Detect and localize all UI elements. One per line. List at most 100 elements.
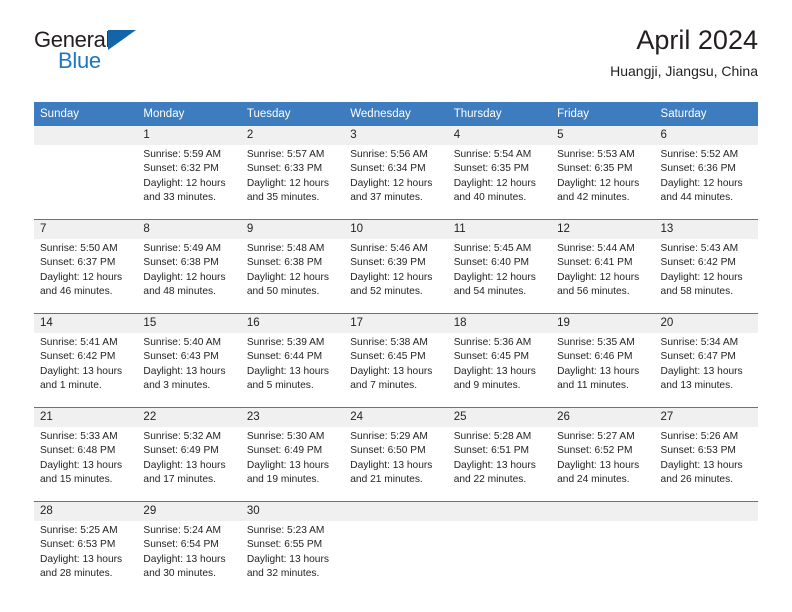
calendar-day-cell[interactable]: 6 Sunrise: 5:52 AM Sunset: 6:36 PM Daylight… bbox=[654, 126, 758, 220]
daylight-text-line1: Daylight: 13 hours bbox=[453, 365, 536, 377]
calendar-day-cell[interactable]: 22 Sunrise: 5:32 AM Sunset: 6:49 PM Dayligh… bbox=[137, 408, 241, 502]
calendar-day-cell[interactable]: 28 Sunrise: 5:25 AM Sunset: 6:53 PM Dayligh… bbox=[34, 502, 138, 596]
day-number: 13 bbox=[654, 220, 758, 239]
calendar-day-cell[interactable]: 7 Sunrise: 5:50 AM Sunset: 6:37 PM Daylight… bbox=[34, 220, 138, 314]
day-number bbox=[654, 502, 758, 521]
day-details: Sunrise: 5:45 AM Sunset: 6:40 PM Daylight:… bbox=[448, 239, 551, 313]
sunrise-text: Sunrise: 5:53 AM bbox=[557, 149, 635, 160]
day-details bbox=[344, 521, 447, 595]
calendar-day-cell[interactable]: 10 Sunrise: 5:46 AM Sunset: 6:39 PM Dayligh… bbox=[344, 220, 448, 314]
calendar-day-cell[interactable]: 14 Sunrise: 5:41 AM Sunset: 6:42 PM Dayligh… bbox=[34, 314, 138, 408]
calendar-week-row: 7 Sunrise: 5:50 AM Sunset: 6:37 PM Daylight… bbox=[34, 219, 758, 314]
calendar-day-cell[interactable]: 11 Sunrise: 5:45 AM Sunset: 6:40 PM Dayligh… bbox=[447, 220, 552, 314]
sunset-text: Sunset: 6:32 PM bbox=[143, 163, 219, 175]
day-number: 4 bbox=[447, 126, 552, 145]
sunrise-text: Sunrise: 5:44 AM bbox=[557, 243, 635, 254]
sunset-text: Sunset: 6:53 PM bbox=[40, 539, 116, 551]
day-number: 26 bbox=[551, 408, 655, 427]
sunset-text: Sunset: 6:54 PM bbox=[143, 539, 219, 551]
calendar-day-cell[interactable]: 3 Sunrise: 5:56 AM Sunset: 6:34 PM Daylight… bbox=[344, 126, 448, 220]
calendar-day-cell[interactable]: 2 Sunrise: 5:57 AM Sunset: 6:33 PM Daylight… bbox=[240, 126, 345, 220]
day-number: 17 bbox=[344, 314, 448, 333]
calendar-day-cell[interactable]: 20 Sunrise: 5:34 AM Sunset: 6:47 PM Dayligh… bbox=[654, 314, 758, 408]
daylight-text-line2: and 56 minutes. bbox=[557, 286, 630, 298]
calendar-day-cell-empty bbox=[447, 502, 552, 596]
day-number: 2 bbox=[240, 126, 345, 145]
calendar-day-cell[interactable]: 19 Sunrise: 5:35 AM Sunset: 6:46 PM Dayligh… bbox=[551, 314, 655, 408]
calendar-day-cell[interactable]: 26 Sunrise: 5:27 AM Sunset: 6:52 PM Dayligh… bbox=[551, 408, 655, 502]
sunrise-text: Sunrise: 5:41 AM bbox=[40, 337, 118, 348]
calendar-day-cell[interactable]: 17 Sunrise: 5:38 AM Sunset: 6:45 PM Dayligh… bbox=[344, 314, 448, 408]
daylight-text-line1: Daylight: 12 hours bbox=[660, 271, 743, 283]
calendar-day-cell[interactable]: 27 Sunrise: 5:26 AM Sunset: 6:53 PM Dayligh… bbox=[654, 408, 758, 502]
calendar-day-cell[interactable]: 18 Sunrise: 5:36 AM Sunset: 6:45 PM Dayligh… bbox=[447, 314, 552, 408]
sunrise-text: Sunrise: 5:32 AM bbox=[143, 431, 222, 442]
day-details: Sunrise: 5:38 AM Sunset: 6:45 PM Daylight:… bbox=[344, 333, 447, 407]
daylight-text-line1: Daylight: 12 hours bbox=[350, 177, 433, 189]
daylight-text-line1: Daylight: 12 hours bbox=[557, 177, 640, 189]
day-details bbox=[551, 521, 654, 595]
sunset-text: Sunset: 6:41 PM bbox=[557, 257, 633, 269]
sunrise-text: Sunrise: 5:39 AM bbox=[246, 337, 325, 348]
calendar-day-cell[interactable]: 23 Sunrise: 5:30 AM Sunset: 6:49 PM Dayligh… bbox=[240, 408, 345, 502]
sunrise-text: Sunrise: 5:38 AM bbox=[350, 337, 428, 348]
sunset-text: Sunset: 6:49 PM bbox=[246, 445, 323, 457]
day-number: 1 bbox=[137, 126, 241, 145]
daylight-text-line2: and 52 minutes. bbox=[350, 286, 423, 298]
daylight-text-line1: Daylight: 12 hours bbox=[40, 271, 123, 283]
calendar-day-cell[interactable]: 15 Sunrise: 5:40 AM Sunset: 6:43 PM Dayligh… bbox=[137, 314, 241, 408]
sunrise-text: Sunrise: 5:26 AM bbox=[660, 431, 739, 442]
page-subtitle: Huangji, Jiangsu, China bbox=[610, 63, 758, 80]
weekday-header-friday: Friday bbox=[551, 102, 655, 126]
sunrise-text: Sunrise: 5:54 AM bbox=[453, 149, 532, 160]
day-number: 9 bbox=[240, 220, 345, 239]
sunset-text: Sunset: 6:42 PM bbox=[660, 257, 736, 269]
daylight-text-line2: and 32 minutes. bbox=[246, 568, 320, 580]
calendar-day-cell[interactable]: 29 Sunrise: 5:24 AM Sunset: 6:54 PM Dayligh… bbox=[137, 502, 241, 596]
daylight-text-line1: Daylight: 13 hours bbox=[660, 459, 743, 471]
calendar-day-cell[interactable]: 30 Sunrise: 5:23 AM Sunset: 6:55 PM Dayligh… bbox=[240, 502, 345, 596]
sunset-text: Sunset: 6:44 PM bbox=[246, 351, 323, 363]
day-number bbox=[34, 126, 138, 145]
daylight-text-line2: and 28 minutes. bbox=[40, 568, 113, 580]
day-details: Sunrise: 5:50 AM Sunset: 6:37 PM Daylight:… bbox=[34, 239, 137, 313]
day-details: Sunrise: 5:39 AM Sunset: 6:44 PM Daylight:… bbox=[241, 333, 344, 407]
calendar-day-cell[interactable]: 16 Sunrise: 5:39 AM Sunset: 6:44 PM Dayligh… bbox=[240, 314, 345, 408]
calendar-day-cell[interactable]: 5 Sunrise: 5:53 AM Sunset: 6:35 PM Daylight… bbox=[551, 126, 655, 220]
sunset-text: Sunset: 6:38 PM bbox=[143, 257, 219, 269]
day-details: Sunrise: 5:23 AM Sunset: 6:55 PM Daylight:… bbox=[241, 521, 344, 595]
day-details: Sunrise: 5:40 AM Sunset: 6:43 PM Daylight:… bbox=[137, 333, 240, 407]
sunrise-text: Sunrise: 5:40 AM bbox=[143, 337, 222, 348]
daylight-text-line2: and 58 minutes. bbox=[660, 286, 734, 298]
daylight-text-line1: Daylight: 13 hours bbox=[246, 553, 329, 565]
sunset-text: Sunset: 6:42 PM bbox=[40, 351, 116, 363]
day-details: Sunrise: 5:35 AM Sunset: 6:46 PM Daylight:… bbox=[551, 333, 654, 407]
daylight-text-line1: Daylight: 13 hours bbox=[40, 459, 123, 471]
day-number: 19 bbox=[551, 314, 655, 333]
day-number: 15 bbox=[137, 314, 241, 333]
calendar-day-cell[interactable]: 21 Sunrise: 5:33 AM Sunset: 6:48 PM Dayligh… bbox=[34, 408, 138, 502]
calendar-day-cell[interactable]: 12 Sunrise: 5:44 AM Sunset: 6:41 PM Dayligh… bbox=[551, 220, 655, 314]
daylight-text-line2: and 46 minutes. bbox=[40, 286, 113, 298]
daylight-text-line2: and 7 minutes. bbox=[350, 380, 418, 392]
day-details: Sunrise: 5:41 AM Sunset: 6:42 PM Daylight:… bbox=[34, 333, 137, 407]
calendar-day-cell[interactable]: 25 Sunrise: 5:28 AM Sunset: 6:51 PM Dayligh… bbox=[447, 408, 552, 502]
daylight-text-line2: and 5 minutes. bbox=[246, 380, 314, 392]
weekday-header-tuesday: Tuesday bbox=[240, 102, 345, 126]
daylight-text-line2: and 11 minutes. bbox=[557, 380, 629, 392]
calendar-day-cell[interactable]: 24 Sunrise: 5:29 AM Sunset: 6:50 PM Dayligh… bbox=[344, 408, 448, 502]
day-details: Sunrise: 5:27 AM Sunset: 6:52 PM Daylight:… bbox=[551, 427, 654, 501]
sunset-text: Sunset: 6:55 PM bbox=[246, 539, 323, 551]
calendar-day-cell[interactable]: 4 Sunrise: 5:54 AM Sunset: 6:35 PM Daylight… bbox=[447, 126, 552, 220]
day-number: 22 bbox=[137, 408, 241, 427]
day-number: 30 bbox=[240, 502, 345, 521]
daylight-text-line1: Daylight: 12 hours bbox=[660, 177, 743, 189]
daylight-text-line2: and 48 minutes. bbox=[143, 286, 216, 298]
calendar-day-cell[interactable]: 1 Sunrise: 5:59 AM Sunset: 6:32 PM Daylight… bbox=[137, 126, 241, 220]
calendar-day-cell[interactable]: 13 Sunrise: 5:43 AM Sunset: 6:42 PM Dayligh… bbox=[654, 220, 758, 314]
calendar-day-cell[interactable]: 8 Sunrise: 5:49 AM Sunset: 6:38 PM Daylight… bbox=[137, 220, 241, 314]
sunrise-text: Sunrise: 5:48 AM bbox=[246, 243, 325, 254]
day-details bbox=[448, 521, 551, 595]
calendar-day-cell[interactable]: 9 Sunrise: 5:48 AM Sunset: 6:38 PM Daylight… bbox=[240, 220, 345, 314]
daylight-text-line1: Daylight: 12 hours bbox=[453, 271, 536, 283]
